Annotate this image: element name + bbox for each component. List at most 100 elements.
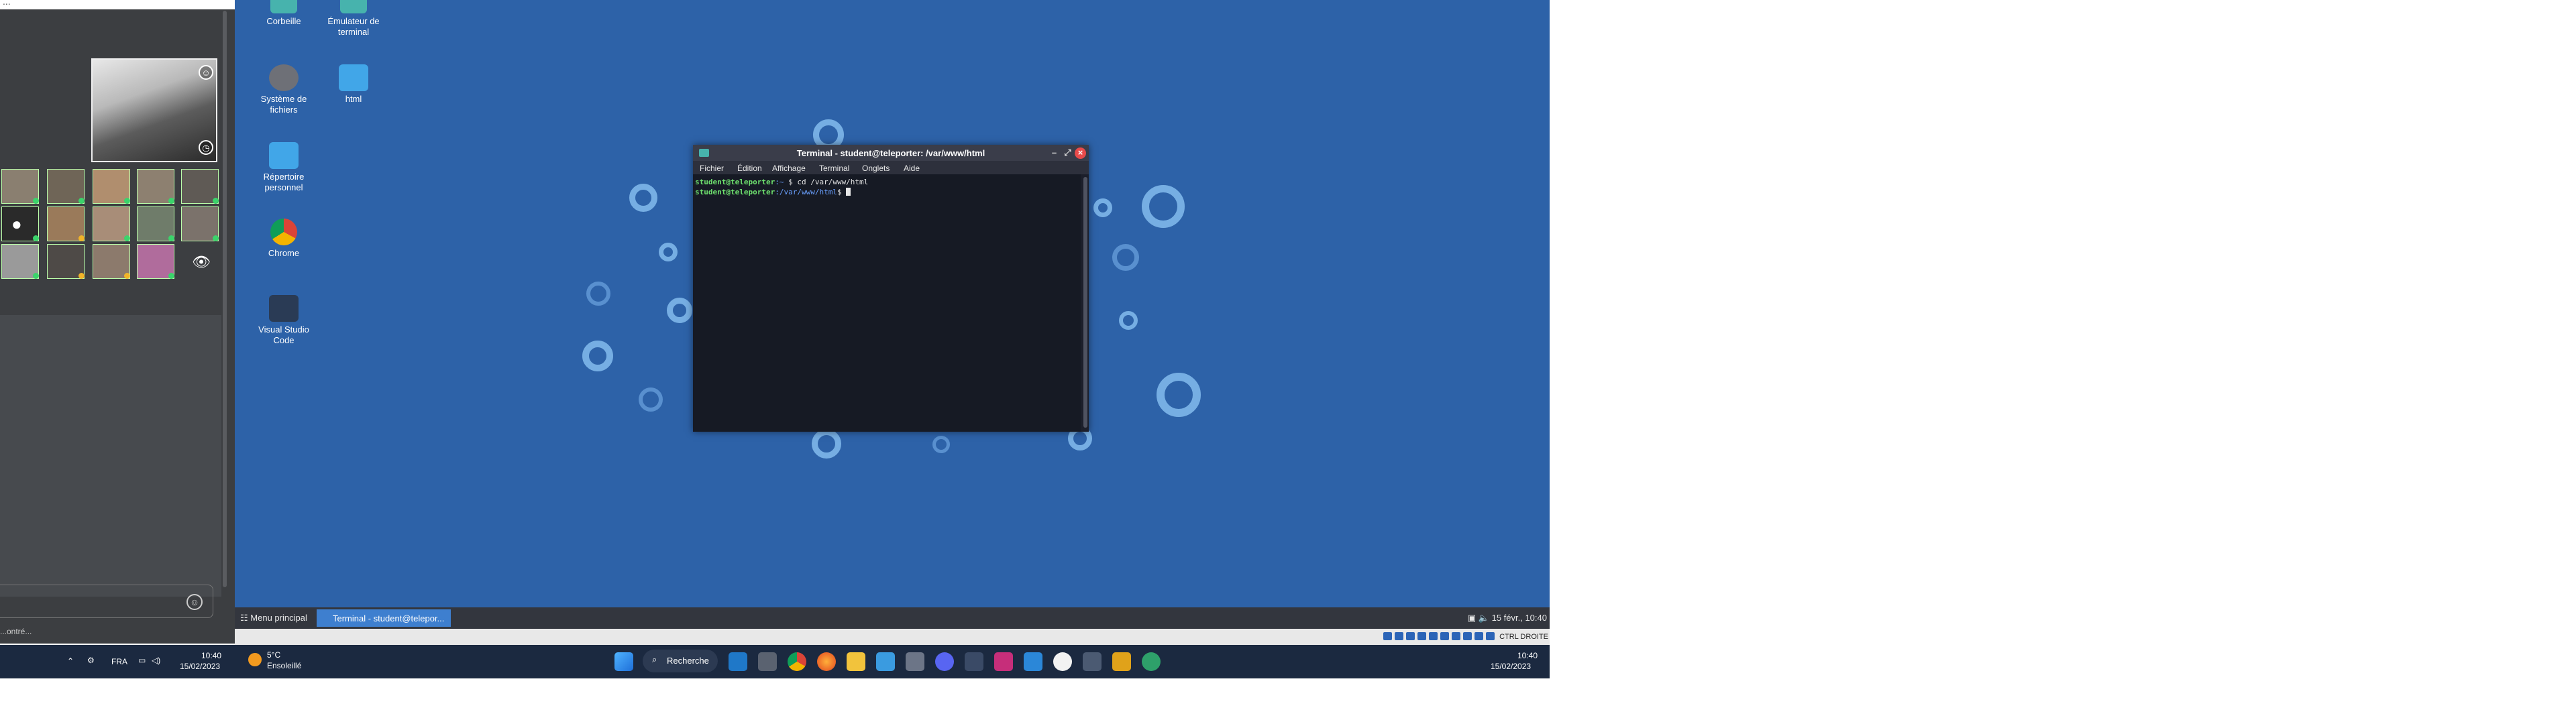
menu-affichage[interactable]: Affichage [772, 164, 806, 173]
terminal-output[interactable]: student@teleporter:~ $ cd /var/www/html … [693, 174, 1081, 432]
terminal-menubar: Fichier Édition Affichage Terminal Ongle… [693, 161, 1089, 174]
menu-terminal[interactable]: Terminal [819, 164, 849, 173]
desktop-icon-trash[interactable]: Corbeille [247, 0, 321, 27]
participant-tile[interactable] [181, 169, 219, 204]
vscode-icon [269, 295, 299, 322]
minimize-button[interactable]: – [1049, 147, 1060, 159]
participant-tile[interactable] [1, 169, 39, 204]
clock-date[interactable]: 15/02/2023 [1491, 662, 1531, 671]
clock-time[interactable]: 10:40 [201, 651, 221, 660]
desktop-icon-html-folder[interactable]: html [317, 64, 390, 105]
usb-icon[interactable] [1429, 632, 1438, 640]
audio-icon[interactable] [1406, 632, 1415, 640]
volume-icon[interactable]: 🔈 [1479, 613, 1489, 623]
participant-tile[interactable]: ● [1, 206, 39, 241]
participant-tile[interactable] [137, 206, 174, 241]
desktop-icon-chrome[interactable]: Chrome [247, 219, 321, 259]
meeting-scrollbar[interactable] [223, 11, 227, 587]
menu-fichier[interactable]: Fichier [700, 164, 724, 173]
panel-clock[interactable]: 15 févr., 10:40 [1492, 613, 1547, 623]
chevron-up-icon[interactable]: ⌃ [67, 656, 74, 666]
taskbar-terminal-button[interactable]: Terminal - student@telepor... [317, 609, 451, 627]
chrome-icon[interactable] [788, 652, 806, 671]
participant-tile[interactable] [181, 206, 219, 241]
terminal-scrollbar[interactable] [1083, 177, 1087, 428]
search-button[interactable]: ⌕ Recherche [643, 650, 718, 672]
menu-edition[interactable]: Édition [737, 164, 762, 173]
main-menu-button[interactable]: ☷ Menu principal [240, 613, 307, 623]
firefox-icon[interactable] [817, 652, 836, 671]
calculator-icon[interactable] [758, 652, 777, 671]
vscode-icon[interactable] [1024, 652, 1042, 671]
paint-icon[interactable] [1053, 652, 1072, 671]
wallpaper-bubble [667, 298, 692, 323]
weather-temp: 5°C [267, 650, 281, 660]
clock-date[interactable]: 15/02/2023 [180, 662, 220, 671]
filesystem-icon [269, 64, 299, 91]
command-text: $ cd /var/www/html [788, 178, 869, 186]
app-icon[interactable] [994, 652, 1013, 671]
folder-icon [339, 64, 368, 91]
chat-area [0, 315, 221, 597]
participant-tile[interactable] [47, 206, 85, 241]
terminal-icon [340, 0, 367, 13]
network-icon[interactable]: ▣ [1468, 613, 1476, 623]
discord-icon[interactable] [935, 652, 954, 671]
volume-icon[interactable]: ◁) [152, 656, 160, 665]
trash-icon [270, 0, 297, 13]
desktop-icon-filesystem[interactable]: Système de fichiers [247, 64, 321, 115]
maximize-button[interactable]: ⤢ [1062, 147, 1073, 159]
optical-icon[interactable] [1395, 632, 1403, 640]
globe-icon[interactable] [1142, 652, 1161, 671]
language-indicator[interactable]: FRA [111, 657, 127, 666]
terminal-titlebar[interactable]: Terminal - student@teleporter: /var/www/… [693, 145, 1089, 161]
steam-icon[interactable] [965, 652, 983, 671]
close-button[interactable]: × [1075, 147, 1086, 159]
more-participants-button[interactable]: 👁 [181, 244, 219, 279]
meeting-header: ... [0, 0, 235, 9]
start-icon[interactable] [614, 652, 633, 671]
participant-tile[interactable] [137, 244, 174, 279]
participant-tile[interactable] [93, 169, 130, 204]
tools-icon[interactable] [1112, 652, 1131, 671]
emoji-icon[interactable]: ☺ [199, 65, 213, 80]
cursor [846, 188, 851, 196]
cpu-icon[interactable] [1474, 632, 1483, 640]
desktop-icon-home[interactable]: Répertoire personnel [247, 142, 321, 193]
display-icon[interactable] [1452, 632, 1460, 640]
explorer-icon[interactable] [847, 652, 865, 671]
teams-icon[interactable] [1083, 652, 1102, 671]
participant-tile[interactable] [47, 244, 85, 279]
wallpaper-bubble [932, 436, 950, 453]
mouse-icon[interactable] [1486, 632, 1495, 640]
desktop-icon-terminal-emulator[interactable]: Émulateur de terminal [317, 0, 390, 38]
prompt-path: :/var/www/html [775, 188, 837, 196]
wallpaper-bubble [1112, 244, 1139, 271]
camera-icon[interactable] [906, 652, 924, 671]
participant-tile[interactable] [93, 244, 130, 279]
participant-tile[interactable] [47, 169, 85, 204]
clock-time[interactable]: 10:40 [1517, 651, 1538, 660]
message-input[interactable] [0, 585, 213, 618]
active-speaker-video[interactable]: ☺ ◷ [91, 58, 217, 162]
panel-tray: ▣ 🔈 15 févr., 10:40 [1468, 613, 1547, 623]
network-icon[interactable]: ▭ [138, 656, 146, 665]
emoji-picker-icon[interactable]: ☺ [186, 594, 203, 610]
shared-folder-icon[interactable] [1440, 632, 1449, 640]
desktop-icon-vscode[interactable]: Visual Studio Code [247, 295, 321, 346]
clock-icon[interactable]: ◷ [199, 140, 213, 155]
recording-icon[interactable] [1463, 632, 1472, 640]
wallpaper-bubble [1157, 373, 1201, 417]
menu-aide[interactable]: Aide [904, 164, 920, 173]
hdd-icon[interactable] [1383, 632, 1392, 640]
participant-tile[interactable] [137, 169, 174, 204]
participant-tile[interactable] [93, 206, 130, 241]
participant-tile[interactable] [1, 244, 39, 279]
network-icon[interactable] [1417, 632, 1426, 640]
command-text: $ [837, 188, 847, 196]
notepad-icon[interactable] [876, 652, 895, 671]
mail-icon[interactable] [729, 652, 747, 671]
terminal-window[interactable]: Terminal - student@teleporter: /var/www/… [693, 145, 1089, 432]
menu-onglets[interactable]: Onglets [862, 164, 890, 173]
steam-tray-icon[interactable]: ⚙ [87, 656, 95, 665]
